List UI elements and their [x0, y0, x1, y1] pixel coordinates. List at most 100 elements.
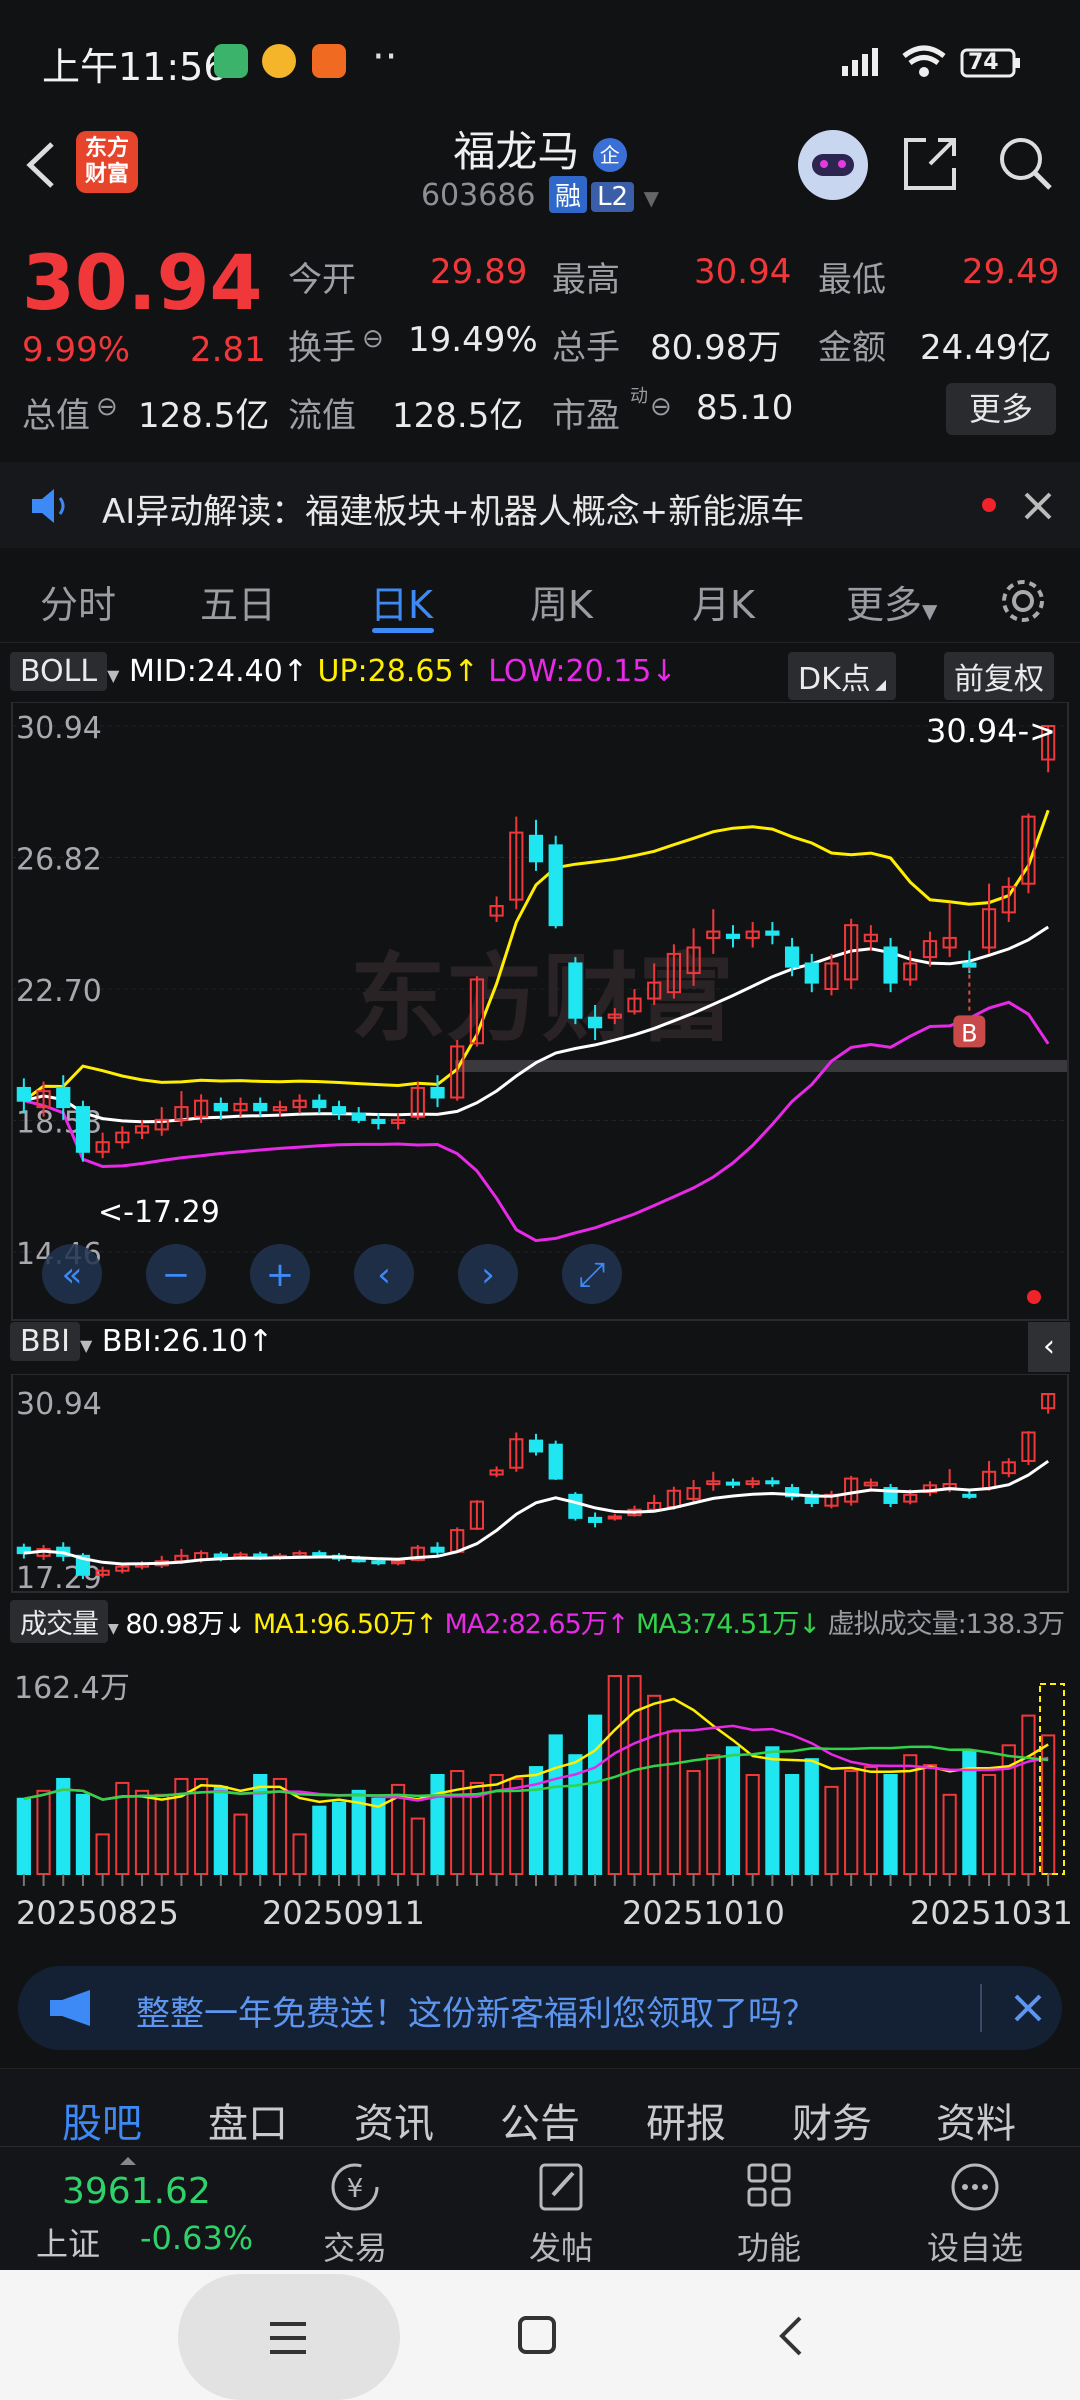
boll-indicator-bar: BOLL ▼ MID:24.40↑ UP:28.65↑ LOW:20.15↓ DK… — [10, 652, 1070, 702]
ai-insight-bar[interactable]: AI异动解读：福建板块+机器人概念+新能源车 — [0, 462, 1080, 548]
search-icon[interactable] — [996, 134, 1056, 194]
share-icon[interactable] — [900, 134, 960, 194]
up-arrow-icon: ↑ — [453, 654, 479, 689]
menu-icon — [270, 2322, 306, 2354]
unread-dot — [982, 498, 996, 512]
tab-profile[interactable]: 资料 — [936, 2091, 1016, 2149]
adjustment-selector[interactable]: 前复权 — [944, 652, 1054, 700]
candle-body — [430, 1086, 445, 1099]
volume-indicator-bar: 成交量 ▼ 80.98万↓ MA1:96.50万↑ MA2:82.65万↑ MA3… — [10, 1600, 1070, 1650]
bbi-candle-body — [765, 1480, 780, 1485]
bottom-nav: 3961.62 上证 -0.63% ¥ 交易 发帖 功能 设自选 — [0, 2146, 1080, 2271]
amount-value: 24.49亿 — [920, 328, 1052, 368]
kline-chart[interactable]: 30.9426.8222.7018.5814.46东方财富30.94-><-17… — [0, 702, 1080, 1322]
tab-more-label: 更多 — [846, 583, 923, 627]
tab-more[interactable]: 更多▼ — [846, 574, 937, 629]
change-percent: 9.99% — [22, 330, 131, 370]
zoom-in-icon-glyph: + — [266, 1255, 295, 1295]
bbi-candle-body — [391, 1560, 406, 1565]
volume-bar — [725, 1746, 741, 1875]
boll-mid-value: MID:24.40 — [128, 654, 283, 689]
menu-key[interactable] — [178, 2274, 400, 2400]
candle-body — [784, 946, 800, 968]
tab-pankou[interactable]: 盘口 — [208, 2091, 288, 2149]
volume-bar — [253, 1774, 268, 1875]
candle-body — [213, 1102, 228, 1112]
last-price-marker: 30.94-> — [926, 712, 1056, 750]
tab-five-day[interactable]: 五日 — [200, 574, 276, 629]
volume-bar — [56, 1777, 71, 1875]
info-icon[interactable]: ⊖ — [96, 392, 118, 422]
bbi-frame — [11, 1374, 1069, 1593]
volume-ma3: MA3:74.51万 — [636, 1609, 799, 1640]
amount-label: 金额 — [818, 328, 886, 368]
candle-body — [528, 834, 544, 863]
settings-gear-icon[interactable] — [998, 576, 1048, 626]
more-button[interactable]: 更多 — [946, 383, 1056, 435]
candle-body — [75, 1106, 91, 1153]
tab-news[interactable]: 资讯 — [354, 2091, 434, 2149]
close-icon[interactable] — [1012, 1992, 1044, 2024]
buy-marker-label: B — [961, 1019, 977, 1047]
turnover-value: 19.49% — [408, 320, 538, 360]
volume-axis-top: 162.4万 — [14, 1671, 130, 1706]
bbi-selector[interactable]: BBI — [10, 1322, 81, 1361]
svg-text:¥: ¥ — [347, 2174, 364, 2204]
bbi-candle-body — [371, 1560, 386, 1565]
nav-trade[interactable]: ¥ 交易 — [280, 2159, 430, 2269]
info-icon[interactable]: ⊖ — [362, 324, 384, 354]
period-tabs: 分时 五日 日K 周K 月K 更多▼ — [0, 556, 1080, 643]
low-label: 最低 — [818, 260, 886, 300]
back-icon[interactable] — [770, 2314, 814, 2358]
tab-guba[interactable]: 股吧 — [62, 2091, 142, 2149]
date-axis-label: 20250911 — [262, 1894, 425, 1932]
promo-banner[interactable]: 整整一年免费送！这份新客福利您领取了吗？ — [18, 1966, 1062, 2050]
tab-finance[interactable]: 财务 — [792, 2091, 872, 2149]
chevron-down-icon[interactable]: ▼ — [644, 186, 659, 210]
close-icon[interactable] — [1022, 490, 1054, 522]
tab-weekly-k[interactable]: 周K — [530, 574, 593, 629]
boll-low-value: LOW:20.15 — [488, 654, 652, 689]
price-axis-label: 26.82 — [16, 843, 102, 878]
bbi-candle-body — [213, 1553, 228, 1559]
volume-chart[interactable]: 162.4万 20250825 20250911 20251010 20251031 — [0, 1652, 1080, 1952]
info-icon[interactable]: ⊖ — [650, 392, 672, 422]
megaphone-icon — [50, 1990, 90, 2026]
corner-icon: ◢ — [870, 677, 886, 693]
pe-value: 85.10 — [696, 388, 794, 428]
scroll-left-icon-glyph: ‹ — [377, 1255, 391, 1295]
nav-post-label: 发帖 — [528, 2229, 593, 2267]
boll-selector[interactable]: BOLL — [10, 652, 108, 691]
nav-post[interactable]: 发帖 — [486, 2159, 636, 2269]
dk-point-selector[interactable]: DK点 ◢ — [788, 652, 896, 700]
home-icon[interactable] — [516, 2314, 560, 2358]
tab-monthly-k[interactable]: 月K — [692, 574, 755, 629]
support-band — [455, 1060, 1067, 1072]
tab-timeshare[interactable]: 分时 — [40, 574, 116, 629]
wifi-icon — [902, 45, 946, 77]
ai-robot-avatar[interactable] — [798, 130, 868, 200]
nav-add-watchlist[interactable]: 设自选 — [900, 2159, 1050, 2269]
bbi-chart[interactable]: 30.9417.29 — [0, 1374, 1080, 1594]
bbi-axis-top: 30.94 — [16, 1387, 102, 1422]
signal-icon — [842, 48, 878, 76]
candle-body — [56, 1086, 71, 1109]
volume-selector[interactable]: 成交量 — [10, 1600, 108, 1643]
nav-functions[interactable]: 功能 — [694, 2159, 844, 2269]
tab-daily-k[interactable]: 日K — [370, 574, 433, 629]
candle-body — [548, 844, 563, 927]
collapse-arrow-icon[interactable]: ‹ — [1028, 1322, 1070, 1372]
turnover-label: 换手 — [288, 328, 356, 368]
battery-level: 74 — [968, 50, 999, 75]
tab-announcements[interactable]: 公告 — [500, 2091, 580, 2149]
status-time: 上午11:56 — [42, 45, 228, 89]
price-axis-label: 22.70 — [16, 974, 102, 1009]
volume-bar — [312, 1805, 327, 1875]
mktcap-value: 128.5亿 — [138, 396, 270, 436]
tab-research[interactable]: 研报 — [646, 2091, 726, 2149]
nav-trade-label: 交易 — [322, 2229, 387, 2267]
watermark-text: 东方财富 — [350, 943, 734, 1055]
down-arrow-icon: ↓ — [223, 1609, 247, 1640]
enterprise-badge: 企 — [592, 137, 627, 172]
candle-body — [331, 1106, 347, 1115]
